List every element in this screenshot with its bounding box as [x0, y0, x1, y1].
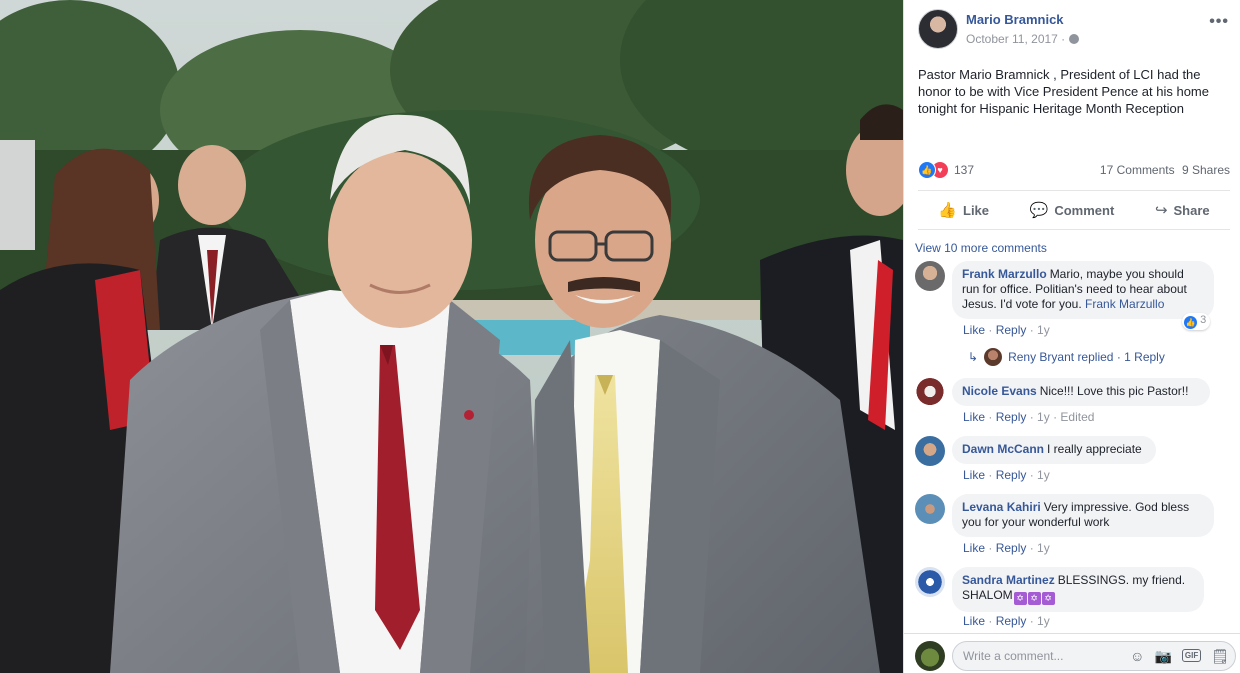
- comment-bubble: Dawn McCann I really appreciate: [952, 436, 1156, 464]
- post-date[interactable]: October 11, 2017 ·: [966, 32, 1080, 46]
- commenter-avatar[interactable]: [915, 261, 945, 291]
- composer-icons: ☺ 📷 GIF 🗒: [1130, 648, 1229, 664]
- comment-time[interactable]: 1y: [1037, 468, 1050, 482]
- commenter-name[interactable]: Frank Marzullo: [962, 267, 1047, 281]
- comment-like-link[interactable]: Like: [963, 323, 985, 337]
- comment-meta: Like · Reply · 1y · Edited: [963, 410, 1095, 424]
- tagged-user-link[interactable]: Frank Marzullo: [1085, 297, 1164, 311]
- comment-text: I really appreciate: [1047, 442, 1142, 456]
- author-name[interactable]: Mario Bramnick: [966, 12, 1064, 27]
- gif-icon[interactable]: GIF: [1181, 649, 1202, 662]
- share-button-label: Share: [1173, 202, 1210, 218]
- comment-reply-link[interactable]: Reply: [996, 410, 1027, 424]
- replied-label: replied: [1077, 350, 1114, 364]
- comment-time[interactable]: 1y: [1037, 614, 1050, 628]
- comment-reply-link[interactable]: Reply: [996, 468, 1027, 482]
- commenter-avatar[interactable]: [915, 494, 945, 524]
- comment-reaction-count: 3: [1200, 314, 1207, 326]
- comment-reaction-badge[interactable]: 👍 3: [1182, 313, 1211, 330]
- comment-button[interactable]: 💬 Comment: [1030, 201, 1115, 219]
- smiley-icon[interactable]: ☺: [1130, 648, 1144, 664]
- speech-bubble-icon: 💬: [1029, 202, 1049, 219]
- reply-count: · 1 Reply: [1116, 350, 1165, 364]
- like-button-label: Like: [963, 202, 990, 218]
- star-of-david-emoji-icon: ✡: [1027, 592, 1041, 605]
- comment-meta: Like · Reply · 1y: [963, 541, 1050, 555]
- post-header: Mario Bramnick October 11, 2017 · •••: [918, 9, 1233, 53]
- camera-icon[interactable]: 📷: [1154, 648, 1171, 664]
- like-reaction-icon[interactable]: 👍: [918, 161, 936, 179]
- current-user-avatar[interactable]: [915, 641, 945, 671]
- comment-meta: Like · Reply · 1y: [963, 468, 1050, 482]
- thumbs-up-icon: 👍: [938, 202, 957, 219]
- comment-meta: Like · Reply · 1y: [963, 323, 1050, 337]
- comment-reply-link[interactable]: Reply: [996, 541, 1027, 555]
- share-arrow-icon: ↪: [1154, 202, 1168, 219]
- commenter-avatar[interactable]: [915, 378, 945, 408]
- commenter-avatar[interactable]: [915, 567, 945, 597]
- sticker-icon[interactable]: 🗒: [1211, 648, 1229, 664]
- commenter-avatar[interactable]: [915, 436, 945, 466]
- post-stats: 👍 ♥ 137 17 Comments 9 Shares: [918, 161, 1230, 181]
- post-counts: 17 Comments 9 Shares: [1096, 163, 1230, 177]
- shares-count[interactable]: 9 Shares: [1182, 163, 1230, 177]
- globe-icon: [1069, 34, 1080, 44]
- commenter-name[interactable]: Nicole Evans: [962, 384, 1037, 398]
- star-of-david-emoji-icon: ✡: [1041, 592, 1055, 605]
- view-more-comments-link[interactable]: View 10 more comments: [915, 241, 1047, 255]
- replies-link[interactable]: ↳ Reny Bryant replied · 1 Reply: [968, 348, 1165, 366]
- author-avatar[interactable]: [918, 9, 958, 49]
- comment-like-link[interactable]: Like: [963, 410, 985, 424]
- photo-illustration: [0, 0, 903, 673]
- commenter-name[interactable]: Dawn McCann: [962, 442, 1044, 456]
- post-text: Pastor Mario Bramnick , President of LCI…: [918, 67, 1209, 116]
- star-of-david-emoji-icon: ✡: [1013, 592, 1027, 605]
- comment-bubble: Frank Marzullo Mario, maybe you should ru…: [952, 261, 1214, 319]
- comment-reply-link[interactable]: Reply: [996, 323, 1027, 337]
- more-options-icon[interactable]: •••: [1209, 13, 1229, 31]
- reply-arrow-icon: ↳: [968, 350, 979, 364]
- comment-text: Nice!!! Love this pic Pastor!!: [1039, 384, 1189, 398]
- post-date-text[interactable]: October 11, 2017 ·: [966, 32, 1065, 46]
- like-button[interactable]: 👍 Like: [938, 201, 989, 219]
- reaction-count[interactable]: 137: [954, 163, 974, 177]
- comment-bubble: Levana Kahiri Very impressive. God bless …: [952, 494, 1214, 537]
- commenter-name[interactable]: Sandra Martinez: [962, 573, 1055, 587]
- comment-time[interactable]: 1y: [1037, 541, 1050, 555]
- replier-name: Reny Bryant: [1008, 350, 1075, 364]
- comment-time[interactable]: 1y: [1037, 410, 1050, 424]
- comment-like-link[interactable]: Like: [963, 468, 985, 482]
- comment-bubble: Nicole Evans Nice!!! Love this pic Pastor…: [952, 378, 1210, 406]
- comment-like-link[interactable]: Like: [963, 614, 985, 628]
- comment-meta: Like · Reply · 1y: [963, 614, 1050, 628]
- comment-button-label: Comment: [1054, 202, 1115, 218]
- comment-composer: ☺ 📷 GIF 🗒: [904, 633, 1240, 673]
- post-side-panel: Mario Bramnick October 11, 2017 · ••• Pa…: [903, 0, 1240, 673]
- comments-count[interactable]: 17 Comments: [1100, 163, 1175, 177]
- share-button[interactable]: ↪ Share: [1155, 201, 1210, 219]
- comment-edited[interactable]: Edited: [1060, 410, 1094, 424]
- comment-bubble: Sandra Martinez BLESSINGS. my friend. SHA…: [952, 567, 1204, 612]
- comment-reply-link[interactable]: Reply: [996, 614, 1027, 628]
- thumbs-up-icon: 👍: [1184, 316, 1197, 329]
- replier-avatar: [984, 348, 1003, 366]
- comment-like-link[interactable]: Like: [963, 541, 985, 555]
- post-photo[interactable]: [0, 0, 903, 673]
- post-action-bar: 👍 Like 💬 Comment ↪ Share: [918, 190, 1230, 230]
- comment-time[interactable]: 1y: [1037, 323, 1050, 337]
- commenter-name[interactable]: Levana Kahiri: [962, 500, 1041, 514]
